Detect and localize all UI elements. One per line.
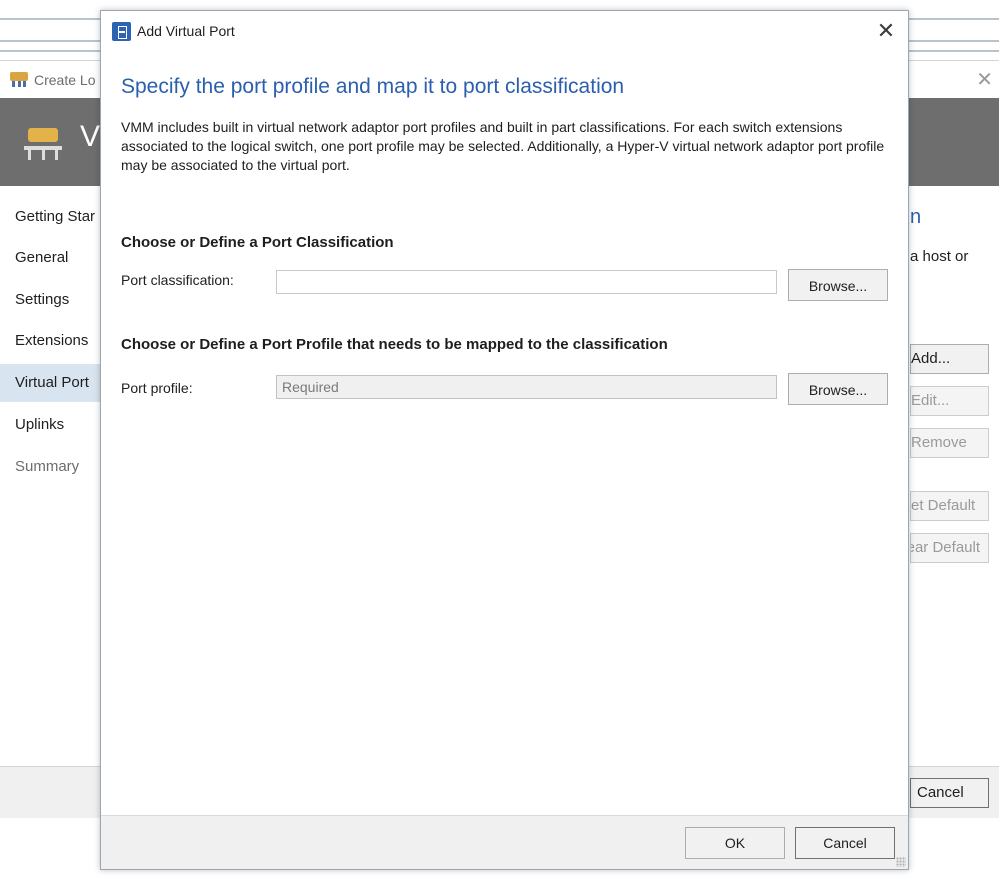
nav-item-summary: Summary: [15, 458, 80, 475]
resize-grip-icon[interactable]: [896, 857, 906, 867]
ok-button[interactable]: OK: [685, 827, 785, 859]
port-classification-section-title: Choose or Define a Port Classification: [121, 234, 394, 251]
port-classification-label: Port classification:: [121, 272, 234, 288]
port-classification-input[interactable]: [276, 270, 777, 294]
parent-cancel-button[interactable]: Cancel: [910, 778, 989, 808]
nav-item-settings[interactable]: Settings: [0, 281, 100, 319]
vmm-app-icon: [10, 72, 28, 87]
clear-default-button[interactable]: ear Default: [910, 533, 989, 563]
port-profile-section-title: Choose or Define a Port Profile that nee…: [121, 336, 668, 353]
port-profile-label: Port profile:: [121, 380, 193, 396]
set-default-button[interactable]: et Default: [910, 491, 989, 521]
nav-item-uplinks[interactable]: Uplinks: [0, 406, 100, 444]
nav-item-virtual-port[interactable]: Virtual Port: [0, 364, 100, 402]
port-profile-input[interactable]: [276, 375, 777, 399]
dialog-app-icon: [112, 22, 131, 41]
nav-item-extensions[interactable]: Extensions: [0, 322, 100, 360]
dialog-title: Add Virtual Port: [137, 23, 235, 39]
dialog-titlebar: Add Virtual Port ✕: [101, 11, 908, 53]
parent-page-heading: n: [910, 206, 922, 228]
remove-button[interactable]: Remove: [910, 428, 989, 458]
dialog-heading: Specify the port profile and map it to p…: [121, 75, 625, 98]
parent-page-text: a host or: [910, 248, 969, 265]
wizard-nav: Getting Star General Settings Extensions…: [0, 186, 100, 766]
nav-item-general[interactable]: General: [0, 239, 100, 277]
logical-switch-icon: [24, 128, 62, 160]
dialog-description: VMM includes built in virtual network ad…: [121, 119, 885, 173]
add-virtual-port-dialog: Add Virtual Port ✕ Specify the port prof…: [100, 10, 909, 870]
nav-item-getting-started[interactable]: Getting Star: [0, 198, 100, 236]
dialog-footer: OK Cancel: [101, 815, 908, 869]
parent-window-title: Create Lo: [34, 72, 96, 88]
close-icon[interactable]: ✕: [874, 17, 898, 45]
add-button[interactable]: Add...: [910, 344, 989, 374]
port-classification-browse-button[interactable]: Browse...: [788, 269, 888, 301]
cancel-button[interactable]: Cancel: [795, 827, 895, 859]
port-profile-browse-button[interactable]: Browse...: [788, 373, 888, 405]
edit-button[interactable]: Edit...: [910, 386, 989, 416]
parent-close-icon[interactable]: ✕: [976, 67, 993, 92]
